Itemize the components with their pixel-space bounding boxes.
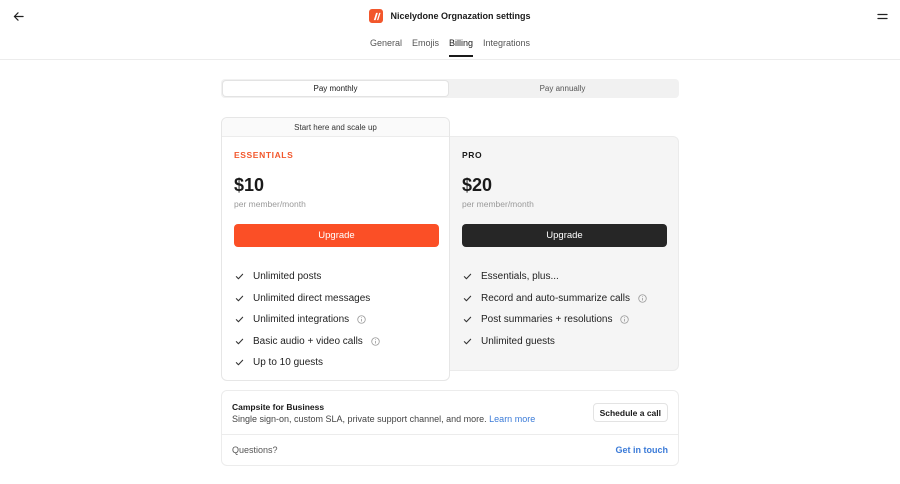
divider [222,434,678,435]
tab-emojis[interactable]: Emojis [412,38,439,57]
info-icon[interactable] [371,337,380,346]
get-in-touch-link[interactable]: Get in touch [616,445,669,455]
feature-label: Post summaries + resolutions [481,314,613,326]
feature-label: Unlimited guests [481,335,555,347]
organization-logo [369,9,384,23]
check-icon [462,293,472,303]
essentials-plan-card: Start here and scale up ESSENTIALS $10 p… [221,117,450,381]
essentials-upgrade-button[interactable]: Upgrade [234,224,439,247]
list-item: Unlimited integrations [234,309,380,331]
schedule-call-button[interactable]: Schedule a call [592,403,668,422]
feature-label: Basic audio + video calls [253,335,363,347]
check-icon [234,336,244,346]
check-icon [234,272,244,282]
org-logo-icon [373,12,381,20]
business-description-text: Single sign-on, custom SLA, private supp… [232,414,487,424]
pay-monthly-option[interactable]: Pay monthly [223,81,448,96]
tab-integrations[interactable]: Integrations [483,38,530,57]
settings-header: Nicelydone Orgnazation settings General … [0,0,900,60]
info-icon[interactable] [357,315,366,324]
menu-icon [876,13,888,19]
tab-general[interactable]: General [370,38,402,57]
questions-label: Questions? [232,445,278,455]
list-item: Basic audio + video calls [234,331,380,353]
feature-list: Unlimited posts Unlimited direct message… [234,266,380,374]
info-icon[interactable] [638,294,647,303]
plan-period: per member/month [234,199,306,209]
billing-period-toggle: Pay monthly Pay annually [221,79,679,98]
tab-billing[interactable]: Billing [449,38,474,57]
list-item: Record and auto-summarize calls [462,288,647,310]
feature-label: Record and auto-summarize calls [481,292,630,304]
pay-annually-option[interactable]: Pay annually [450,81,675,96]
check-icon [234,358,244,368]
check-icon [234,315,244,325]
page-title: Nicelydone Orgnazation settings [390,11,531,21]
learn-more-link[interactable]: Learn more [489,414,535,424]
check-icon [462,336,472,346]
feature-list: Essentials, plus... Record and auto-summ… [462,266,647,352]
settings-tabs: General Emojis Billing Integrations [0,38,900,57]
business-description: Single sign-on, custom SLA, private supp… [232,414,535,424]
check-icon [462,272,472,282]
title-group: Nicelydone Orgnazation settings [0,9,900,23]
feature-label: Essentials, plus... [481,271,559,283]
list-item: Unlimited guests [462,331,647,353]
feature-label: Unlimited posts [253,271,322,283]
list-item: Post summaries + resolutions [462,309,647,331]
list-item: Unlimited direct messages [234,288,380,310]
plan-banner: Start here and scale up [222,118,449,137]
list-item: Unlimited posts [234,266,380,288]
business-plan-panel: Campsite for Business Single sign-on, cu… [221,390,679,466]
pro-upgrade-button[interactable]: Upgrade [462,224,667,247]
feature-label: Up to 10 guests [253,357,324,369]
plan-name: ESSENTIALS [234,150,294,160]
feature-label: Unlimited integrations [253,314,350,326]
plan-name: PRO [462,150,483,160]
menu-button[interactable] [872,6,892,26]
list-item: Up to 10 guests [234,352,380,374]
list-item: Essentials, plus... [462,266,647,288]
check-icon [234,293,244,303]
feature-label: Unlimited direct messages [253,292,371,304]
business-title: Campsite for Business [232,402,325,412]
plan-price: $20 [462,175,493,195]
plan-period: per member/month [462,199,534,209]
pro-plan-card: PRO $20 per member/month Upgrade Essenti… [450,136,679,371]
check-icon [462,315,472,325]
info-icon[interactable] [620,315,630,324]
plan-price: $10 [234,175,265,195]
